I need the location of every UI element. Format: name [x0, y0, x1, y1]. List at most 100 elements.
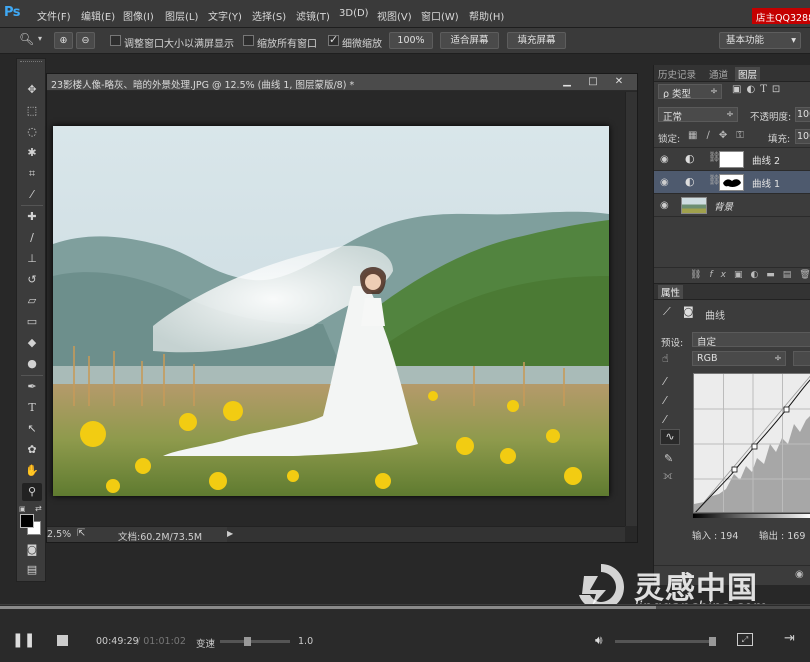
- dodge-tool-icon[interactable]: ●: [22, 355, 42, 373]
- export-icon[interactable]: ⇱: [77, 528, 85, 539]
- curve-point-tool-icon[interactable]: ∿: [660, 429, 680, 445]
- stop-icon[interactable]: [57, 635, 68, 646]
- menu-view[interactable]: 视图(V): [377, 8, 412, 23]
- history-brush-tool-icon[interactable]: ↺: [22, 271, 42, 289]
- panel-grip[interactable]: [20, 61, 42, 65]
- resize-window-checkbox[interactable]: [110, 35, 121, 46]
- menu-image[interactable]: 图像(I): [123, 8, 154, 23]
- menu-edit[interactable]: 编辑(E): [81, 8, 115, 23]
- hand-adjust-icon[interactable]: ☝: [662, 352, 669, 365]
- horizontal-scrollbar[interactable]: ▶: [227, 526, 625, 542]
- menu-help[interactable]: 帮助(H): [469, 8, 504, 23]
- layer-filter-icons[interactable]: ▣◐T⊡: [732, 84, 785, 95]
- auto-button[interactable]: [793, 351, 810, 366]
- zoom-100-button[interactable]: 100%: [389, 32, 433, 49]
- menu-type[interactable]: 文字(Y): [208, 8, 242, 23]
- zoom-in-button[interactable]: ⊕: [54, 32, 73, 49]
- pencil-draw-icon[interactable]: ✎: [664, 452, 673, 465]
- smooth-icon[interactable]: ⟗: [663, 469, 673, 483]
- fullscreen-icon[interactable]: ⤢: [737, 633, 753, 646]
- preset-select[interactable]: 自定: [692, 332, 810, 347]
- exit-icon[interactable]: ⇥: [784, 631, 795, 646]
- speed-slider-handle[interactable]: [244, 637, 251, 646]
- zoom-out-button[interactable]: ⊖: [76, 32, 95, 49]
- move-tool-icon[interactable]: ✥: [22, 81, 42, 99]
- layers-footer-icons[interactable]: ⛓fx▣◐▬▤🗑︎: [690, 270, 810, 280]
- screen-mode-icon[interactable]: ▤: [22, 561, 42, 579]
- eyedropper-white-icon[interactable]: ⁄: [664, 413, 666, 426]
- minimize-button[interactable]: ▁: [554, 75, 580, 89]
- mask-icon[interactable]: ◙: [683, 305, 694, 318]
- eraser-tool-icon[interactable]: ▱: [22, 292, 42, 310]
- menu-filter[interactable]: 滤镜(T): [296, 8, 330, 23]
- zoom-level[interactable]: 2.5%: [47, 529, 71, 540]
- eyedropper-gray-icon[interactable]: ⁄: [664, 394, 666, 407]
- tab-history[interactable]: 历史记录: [658, 67, 696, 81]
- zoom-tool-icon[interactable]: ⚲: [22, 483, 42, 501]
- channel-select[interactable]: RGB ÷: [692, 351, 786, 366]
- fill-input[interactable]: 100: [795, 129, 810, 144]
- tab-channels[interactable]: 通道: [709, 67, 728, 81]
- brush-tool-icon[interactable]: ∕: [22, 229, 42, 247]
- layer-row-background[interactable]: ◉ 背景: [654, 194, 810, 217]
- video-progress-bar[interactable]: [0, 606, 810, 609]
- lasso-tool-icon[interactable]: ◌: [22, 123, 42, 141]
- vertical-scrollbar[interactable]: [625, 92, 637, 526]
- crop-tool-icon[interactable]: ⌗: [22, 165, 42, 183]
- visibility-icon[interactable]: ◉: [795, 569, 804, 580]
- healing-brush-tool-icon[interactable]: ✚: [22, 208, 42, 226]
- eye-icon[interactable]: ◉: [660, 200, 669, 211]
- volume-icon[interactable]: 🔊︎: [595, 633, 603, 648]
- document-title-bar[interactable]: 23影楼人像-略灰、暗的外景处理.JPG @ 12.5% (曲线 1, 图层蒙版…: [47, 74, 637, 91]
- menu-layer[interactable]: 图层(L): [165, 8, 198, 23]
- quick-mask-icon[interactable]: ◙: [22, 541, 42, 559]
- canvas-area[interactable]: [47, 92, 625, 526]
- eye-icon[interactable]: ◉: [660, 154, 669, 165]
- eyedropper-black-icon[interactable]: ⁄: [664, 375, 666, 388]
- blur-tool-icon[interactable]: ◆: [22, 334, 42, 352]
- workspace-select[interactable]: 基本功能 ▾: [719, 32, 801, 49]
- lock-icons[interactable]: ▦∕✥⚿: [688, 130, 753, 141]
- zoom-tool-icon[interactable]: 🔍︎: [19, 32, 34, 46]
- status-menu-arrow-icon[interactable]: ▶: [227, 529, 233, 538]
- layer-name: 曲线 1: [752, 179, 781, 190]
- scrubby-zoom-checkbox[interactable]: [328, 33, 339, 46]
- marquee-tool-icon[interactable]: ⬚: [22, 102, 42, 120]
- path-selection-tool-icon[interactable]: ↖: [22, 420, 42, 438]
- pen-tool-icon[interactable]: ✒: [22, 378, 42, 396]
- swap-colors-icon[interactable]: ⇄: [35, 504, 42, 513]
- curves-graph[interactable]: [693, 373, 810, 513]
- speed-slider[interactable]: [220, 637, 290, 646]
- opacity-input[interactable]: 100: [795, 107, 810, 122]
- type-tool-icon[interactable]: T: [22, 399, 42, 417]
- layer-row-curves-2[interactable]: ◉ ◐ ⛓ 曲线 2: [654, 148, 810, 171]
- fit-screen-button[interactable]: 适合屏幕: [440, 32, 499, 49]
- menu-window[interactable]: 窗口(W): [421, 8, 459, 23]
- maximize-button[interactable]: □: [580, 75, 606, 89]
- layer-filter-select[interactable]: ρ 类型 ÷: [658, 84, 722, 99]
- zoom-all-checkbox[interactable]: [243, 35, 254, 46]
- pause-icon[interactable]: ❚❚: [12, 632, 35, 648]
- blend-mode-select[interactable]: 正常 ÷: [658, 107, 738, 122]
- shape-tool-icon[interactable]: ✿: [22, 441, 42, 459]
- magic-wand-tool-icon[interactable]: ✱: [22, 144, 42, 162]
- volume-slider-handle[interactable]: [709, 637, 716, 646]
- default-colors-icon[interactable]: ▣: [19, 505, 27, 513]
- volume-slider[interactable]: [615, 637, 716, 646]
- chevron-down-icon[interactable]: ▾: [38, 34, 42, 43]
- close-button[interactable]: ✕: [606, 75, 632, 89]
- photoshop-logo: Ps: [4, 5, 21, 20]
- menu-file[interactable]: 文件(F): [37, 8, 71, 23]
- eyedropper-tool-icon[interactable]: ⁄: [22, 186, 42, 204]
- tab-layers[interactable]: 图层: [735, 67, 761, 81]
- layer-row-curves-1[interactable]: ◉ ◐ ⛓ 曲线 1: [654, 171, 810, 194]
- clone-stamp-tool-icon[interactable]: ⊥: [22, 250, 42, 268]
- menu-3d[interactable]: 3D(D): [339, 8, 369, 19]
- tab-properties[interactable]: 属性: [658, 285, 684, 299]
- gradient-tool-icon[interactable]: ▭: [22, 313, 42, 331]
- eye-icon[interactable]: ◉: [660, 177, 669, 188]
- hand-tool-icon[interactable]: ✋: [22, 462, 42, 480]
- menu-select[interactable]: 选择(S): [252, 8, 286, 23]
- fill-screen-button[interactable]: 填充屏幕: [507, 32, 566, 49]
- foreground-color-swatch[interactable]: [20, 514, 34, 528]
